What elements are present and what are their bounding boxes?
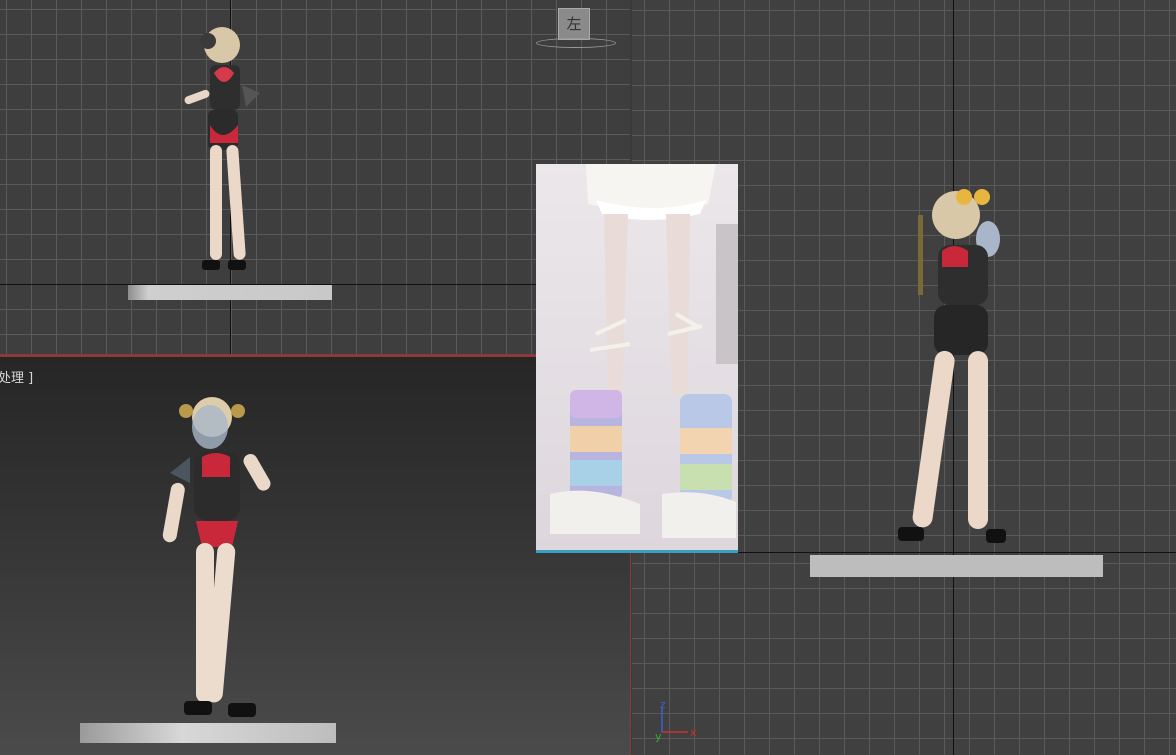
character-model-back[interactable] [170, 15, 280, 287]
character-model-front[interactable] [150, 387, 290, 727]
figure-base [128, 285, 332, 300]
viewcube-face[interactable]: 左 [558, 8, 590, 40]
viewcube-ring[interactable] [536, 38, 616, 48]
viewcube[interactable]: 左 [536, 8, 616, 48]
figure-base [810, 555, 1103, 577]
viewport-top[interactable]: z x y [632, 553, 1176, 755]
character-model-side[interactable] [892, 175, 1042, 553]
grid-axis-y [953, 553, 954, 755]
reference-photo [550, 164, 738, 538]
reference-image-window[interactable] [536, 164, 738, 553]
axis-gizmo: z x y [655, 698, 697, 743]
axis-x-label: x [690, 726, 697, 739]
axis-z-label: z [660, 698, 666, 711]
axis-y-label: y [655, 730, 662, 743]
viewport-label[interactable]: 处理 ] [0, 367, 33, 386]
